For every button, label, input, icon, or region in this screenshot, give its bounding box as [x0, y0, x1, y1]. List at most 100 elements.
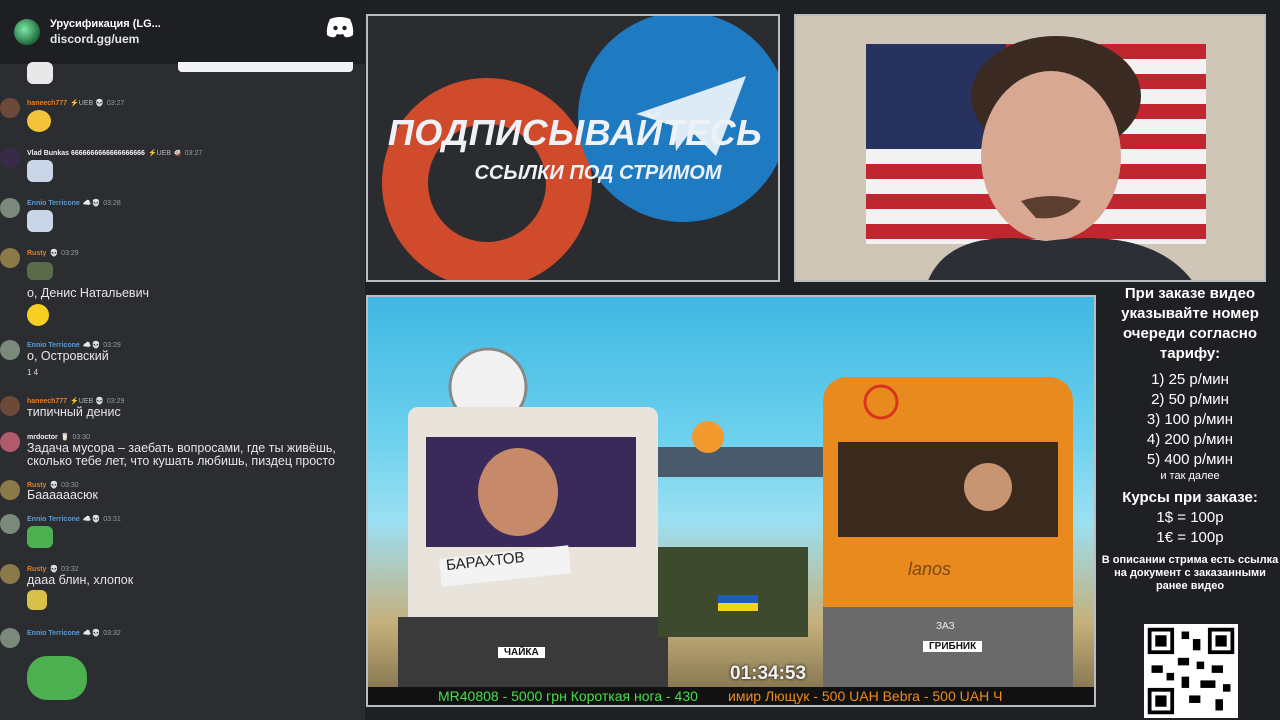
donation-ticker: MR40808 - 5000 грн Короткая нога - 430 и… — [368, 687, 1094, 705]
bus-brand-text: lanos — [908, 559, 952, 579]
stream-timer: 01:34:53 — [730, 663, 807, 684]
server-name: Урусификация (LG... — [50, 18, 161, 30]
timestamp: 03:29 — [106, 398, 125, 405]
ticker-green-text: MR40808 - 5000 грн Короткая нога - 430 — [438, 688, 698, 704]
message-text: Баааааасюк — [27, 488, 99, 502]
username[interactable]: Ennio Terricone — [27, 200, 80, 207]
tariff-etc: и так далее — [1160, 470, 1220, 482]
timestamp: 03:27 — [184, 150, 203, 157]
avatar — [0, 148, 20, 168]
timestamp: 03:27 — [106, 100, 125, 107]
chat-overlay: Урусификация (LG... discord.gg/uem hanee… — [0, 0, 365, 720]
message-meta: Ennio Terricone ☁️💀 03:32 — [27, 629, 121, 637]
timestamp: 03:30 — [72, 434, 90, 441]
message-text: типичный денис — [27, 405, 121, 419]
tariff-2: 2) 50 р/мин — [1151, 391, 1229, 408]
discord-widget-header[interactable]: Урусификация (LG... discord.gg/uem — [0, 0, 365, 64]
pepe-emote-icon — [27, 526, 53, 548]
message-meta: Ennio Terricone ☁️💀 03:29 — [27, 341, 121, 349]
avatar — [0, 340, 20, 360]
timestamp: 03:32 — [61, 566, 79, 573]
username[interactable]: Rusty — [27, 566, 46, 573]
user-badges: ⚡UEB 🥥 — [147, 150, 182, 157]
rate-usd: 1$ = 100р — [1156, 509, 1224, 526]
emote-icon — [27, 262, 53, 280]
order-note: При заказе видео указывайте номер очеред… — [1121, 285, 1259, 362]
message-meta: Rusty 💀 03:29 — [27, 249, 79, 257]
chat-input-edge[interactable] — [178, 62, 353, 72]
emote-icon — [27, 160, 53, 182]
tariff-1: 1) 25 р/мин — [1151, 371, 1229, 388]
avatar — [0, 514, 20, 534]
message-text: дааа блин, хлопок — [27, 573, 134, 587]
message-text: о, Островский — [27, 349, 109, 363]
user-badges: 💀 — [49, 566, 59, 573]
left-license-plate: ЧАЙКА — [498, 647, 545, 658]
user-badges: 💀 — [49, 250, 59, 257]
surprised-emoji-icon — [27, 304, 49, 326]
user-badges: ☁️💀 — [82, 200, 101, 207]
emoji-sticker — [27, 62, 53, 84]
username[interactable]: Ennio Terricone — [27, 342, 80, 349]
emote-icon — [27, 210, 53, 232]
username[interactable]: mrdoctor — [27, 434, 58, 441]
description-note: В описании стрима есть ссылка на докумен… — [1101, 554, 1279, 592]
user-badges: ☁️💀 — [82, 630, 101, 637]
timestamp: 03:31 — [103, 516, 121, 523]
avatar — [0, 432, 20, 452]
tariff-3: 3) 100 р/мин — [1146, 411, 1234, 428]
laughing-emoji-icon — [27, 110, 51, 132]
username[interactable]: Rusty — [27, 250, 46, 257]
emote-icon — [27, 590, 47, 610]
avatar — [0, 98, 20, 118]
webcam-feed — [794, 14, 1266, 282]
message-meta: haneech777 ⚡UEB 💀 03:27 — [27, 99, 124, 107]
pepe-emote-icon — [27, 656, 87, 700]
message-meta: Rusty 💀 03:32 — [27, 565, 79, 573]
user-badges: ☁️💀 — [82, 342, 101, 349]
server-icon — [14, 19, 40, 45]
message-meta: mrdoctor 🥛 03:30 — [27, 433, 90, 441]
message-text: о, Денис Натальевич — [27, 286, 150, 300]
streamer-person — [928, 36, 1192, 280]
avatar — [0, 248, 20, 268]
message-meta: haneech777 ⚡UEB 💀 03:29 — [27, 397, 124, 405]
message-meta: Ennio Terricone ☁️💀 03:28 — [27, 199, 121, 207]
username[interactable]: haneech777 — [27, 100, 67, 107]
message-text-line2: сколько тебе лет, что кушать любишь, пиз… — [27, 454, 335, 468]
ticker-orange-text: имир Лющук - 500 UAH Bebra - 500 UAH Ч — [728, 688, 1003, 704]
timestamp: 03:32 — [103, 630, 121, 637]
avatar — [0, 564, 20, 584]
timestamp: 03:29 — [103, 342, 121, 349]
user-badges: ☁️💀 — [82, 516, 101, 523]
tariff-5: 5) 400 р/мин — [1146, 451, 1234, 468]
right-license-plate: ГРИБНИК — [923, 641, 983, 652]
bus-badge-text: ЗАЗ — [936, 621, 955, 632]
discord-logo-icon — [326, 17, 354, 38]
main-video: БАРАХТОВ ЧАЙКА lanos ЗАЗ ГРИБНИК 01:34:5… — [366, 295, 1096, 707]
qr-code[interactable] — [1144, 624, 1238, 718]
username[interactable]: Ennio Terricone — [27, 630, 80, 637]
username[interactable]: haneech777 — [27, 398, 67, 405]
avatar — [0, 198, 20, 218]
avatar — [0, 396, 20, 416]
reactions[interactable]: 1 4 — [27, 368, 38, 377]
message-meta: Vlad Bunkas 6666666666666666666 ⚡UEB 🥥 03:… — [27, 149, 202, 157]
username[interactable]: Ennio Terricone — [27, 516, 80, 523]
avatar — [0, 628, 20, 648]
order-info-panel: При заказе видео указывайте номер очеред… — [1100, 284, 1280, 593]
subscribe-banner: ПОДПИСЫВАЙТЕСЬ ССЫЛКИ ПОД СТРИМОМ — [366, 14, 780, 282]
user-badges: 🥛 — [60, 434, 70, 441]
rates-title: Курсы при заказе: — [1122, 489, 1258, 506]
tariff-4: 4) 200 р/мин — [1146, 431, 1234, 448]
invite-link[interactable]: discord.gg/uem — [50, 32, 161, 46]
timestamp: 03:29 — [61, 250, 79, 257]
banner-subline: ССЫЛКИ ПОД СТРИМОМ — [474, 162, 722, 184]
username[interactable]: Vlad Bunkas 6666666666666666666 — [27, 150, 145, 157]
rate-eur: 1€ = 100р — [1156, 529, 1224, 546]
user-badges: ⚡UEB 💀 — [70, 398, 104, 405]
message-meta: Ennio Terricone ☁️💀 03:31 — [27, 515, 121, 523]
video-scene — [398, 347, 1073, 705]
user-badges: ⚡UEB 💀 — [70, 100, 104, 107]
timestamp: 03:28 — [103, 200, 121, 207]
